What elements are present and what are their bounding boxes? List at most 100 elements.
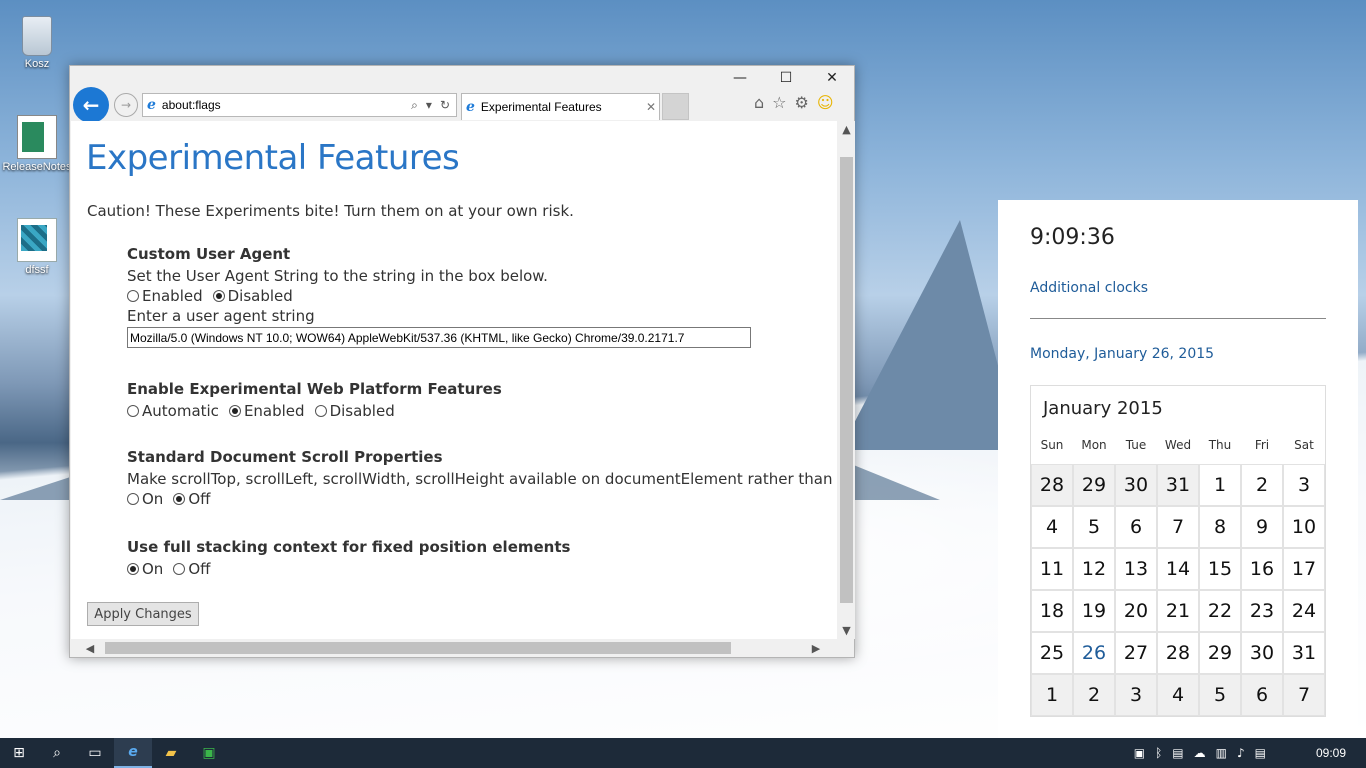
input-method-icon[interactable]: ▤	[1172, 746, 1183, 760]
calendar-day[interactable]: 1	[1031, 674, 1073, 716]
calendar-day[interactable]: 21	[1157, 590, 1199, 632]
calendar-day[interactable]: 27	[1115, 632, 1157, 674]
calendar-day[interactable]: 1	[1199, 464, 1241, 506]
volume-icon[interactable]: ♪	[1237, 746, 1245, 760]
refresh-icon[interactable]: ↻	[440, 98, 450, 113]
radio-disabled[interactable]: Disabled	[314, 402, 395, 420]
calendar-day[interactable]: 3	[1283, 464, 1325, 506]
dfssf-desktop-icon[interactable]: dfssf	[0, 218, 74, 276]
minimize-button[interactable]: —	[717, 66, 763, 90]
calendar-day-today[interactable]: 26	[1073, 632, 1115, 674]
calendar-day[interactable]: 14	[1157, 548, 1199, 590]
calendar-day[interactable]: 4	[1157, 674, 1199, 716]
radio-on[interactable]: On	[127, 490, 163, 508]
forward-button[interactable]: →	[114, 93, 138, 117]
new-tab-button[interactable]	[662, 93, 689, 120]
feedback-smiley-icon[interactable]: ☺	[817, 93, 834, 112]
settings-gear-icon[interactable]: ⚙	[795, 93, 809, 112]
calendar-day[interactable]: 28	[1031, 464, 1073, 506]
tab-close-icon[interactable]: ✕	[643, 100, 659, 114]
scroll-thumb[interactable]	[840, 157, 853, 603]
scroll-thumb[interactable]	[105, 642, 731, 654]
calendar-day[interactable]: 11	[1031, 548, 1073, 590]
calendar-day[interactable]: 7	[1283, 674, 1325, 716]
calendar-month-title[interactable]: January 2015	[1043, 398, 1163, 419]
horizontal-scrollbar[interactable]: ◀ ▶	[71, 639, 837, 657]
radio-enabled[interactable]: Enabled	[127, 287, 203, 305]
calendar-day[interactable]: 31	[1157, 464, 1199, 506]
calendar-day[interactable]: 22	[1199, 590, 1241, 632]
search-icon[interactable]: ⌕	[411, 98, 418, 113]
additional-clocks-link[interactable]: Additional clocks	[1030, 280, 1148, 296]
maximize-button[interactable]: ☐	[763, 66, 809, 90]
calendar-day[interactable]: 20	[1115, 590, 1157, 632]
network-icon[interactable]: ▥	[1216, 746, 1227, 760]
scroll-left-icon[interactable]: ◀	[81, 639, 99, 657]
calendar-day[interactable]: 18	[1031, 590, 1073, 632]
user-agent-input[interactable]	[127, 327, 751, 348]
address-bar[interactable]: e about:flags ⌕ ▾ ↻	[142, 93, 457, 117]
calendar-day[interactable]: 24	[1283, 590, 1325, 632]
scroll-right-icon[interactable]: ▶	[807, 639, 825, 657]
taskbar-clock[interactable]: 09:09	[1316, 746, 1346, 760]
release-notes-desktop-icon[interactable]: ReleaseNotes	[0, 115, 74, 173]
calendar-day[interactable]: 31	[1283, 632, 1325, 674]
radio-off[interactable]: Off	[173, 490, 210, 508]
calendar-day[interactable]: 8	[1199, 506, 1241, 548]
date-link[interactable]: Monday, January 26, 2015	[1030, 346, 1214, 362]
calendar-day[interactable]: 3	[1115, 674, 1157, 716]
calendar-day[interactable]: 6	[1241, 674, 1283, 716]
calendar-day[interactable]: 2	[1073, 674, 1115, 716]
calendar-day[interactable]: 29	[1199, 632, 1241, 674]
network-status-icon[interactable]: ▣	[1134, 746, 1145, 760]
calendar-day[interactable]: 6	[1115, 506, 1157, 548]
radio-off[interactable]: Off	[173, 560, 210, 578]
calendar-day[interactable]: 28	[1157, 632, 1199, 674]
radio-enabled[interactable]: Enabled	[228, 402, 305, 420]
calendar-day[interactable]: 25	[1031, 632, 1073, 674]
onedrive-cloud-icon[interactable]: ☁	[1194, 746, 1206, 760]
taskbar-explorer-button[interactable]: ▰	[152, 738, 190, 768]
calendar-day[interactable]: 12	[1073, 548, 1115, 590]
calendar-day[interactable]: 23	[1241, 590, 1283, 632]
bluetooth-icon[interactable]: ᛒ	[1155, 746, 1162, 760]
dropdown-icon[interactable]: ▾	[426, 98, 432, 113]
scroll-down-icon[interactable]: ▼	[838, 622, 855, 639]
task-view-button[interactable]: ▭	[76, 738, 114, 768]
calendar-day[interactable]: 9	[1241, 506, 1283, 548]
calendar-day[interactable]: 7	[1157, 506, 1199, 548]
calendar-day[interactable]: 17	[1283, 548, 1325, 590]
radio-automatic[interactable]: Automatic	[127, 402, 219, 420]
section-heading: Custom User Agent	[127, 245, 291, 263]
calendar-day[interactable]: 5	[1073, 506, 1115, 548]
back-button[interactable]: ←	[73, 87, 109, 123]
taskbar-ie-button[interactable]: e	[114, 738, 152, 768]
home-icon[interactable]: ⌂	[754, 93, 764, 112]
search-button[interactable]: ⌕	[38, 738, 76, 768]
close-button[interactable]: ✕	[809, 66, 855, 90]
tab-experimental-features[interactable]: e Experimental Features ✕	[461, 93, 660, 120]
calendar-day[interactable]: 16	[1241, 548, 1283, 590]
calendar-day[interactable]: 30	[1115, 464, 1157, 506]
calendar-day[interactable]: 29	[1073, 464, 1115, 506]
recycle-bin-desktop-icon[interactable]: Kosz	[0, 6, 74, 70]
calendar-day[interactable]: 2	[1241, 464, 1283, 506]
radio-disabled[interactable]: Disabled	[212, 287, 293, 305]
calendar-day[interactable]: 15	[1199, 548, 1241, 590]
calendar-day[interactable]: 13	[1115, 548, 1157, 590]
action-center-icon[interactable]: ▤	[1255, 746, 1266, 760]
task-view-icon: ▭	[88, 745, 102, 761]
radio-on[interactable]: On	[127, 560, 163, 578]
scroll-up-icon[interactable]: ▲	[838, 121, 855, 138]
calendar-day[interactable]: 4	[1031, 506, 1073, 548]
address-text[interactable]: about:flags	[162, 98, 411, 112]
calendar-day[interactable]: 10	[1283, 506, 1325, 548]
favorites-star-icon[interactable]: ☆	[772, 93, 786, 112]
calendar-day[interactable]: 19	[1073, 590, 1115, 632]
apply-changes-button[interactable]: Apply Changes	[87, 602, 199, 626]
calendar-day[interactable]: 5	[1199, 674, 1241, 716]
taskbar-store-button[interactable]: ▣	[190, 738, 228, 768]
calendar-day[interactable]: 30	[1241, 632, 1283, 674]
vertical-scrollbar[interactable]: ▲ ▼	[838, 121, 855, 639]
start-button[interactable]: ⊞	[0, 738, 38, 768]
